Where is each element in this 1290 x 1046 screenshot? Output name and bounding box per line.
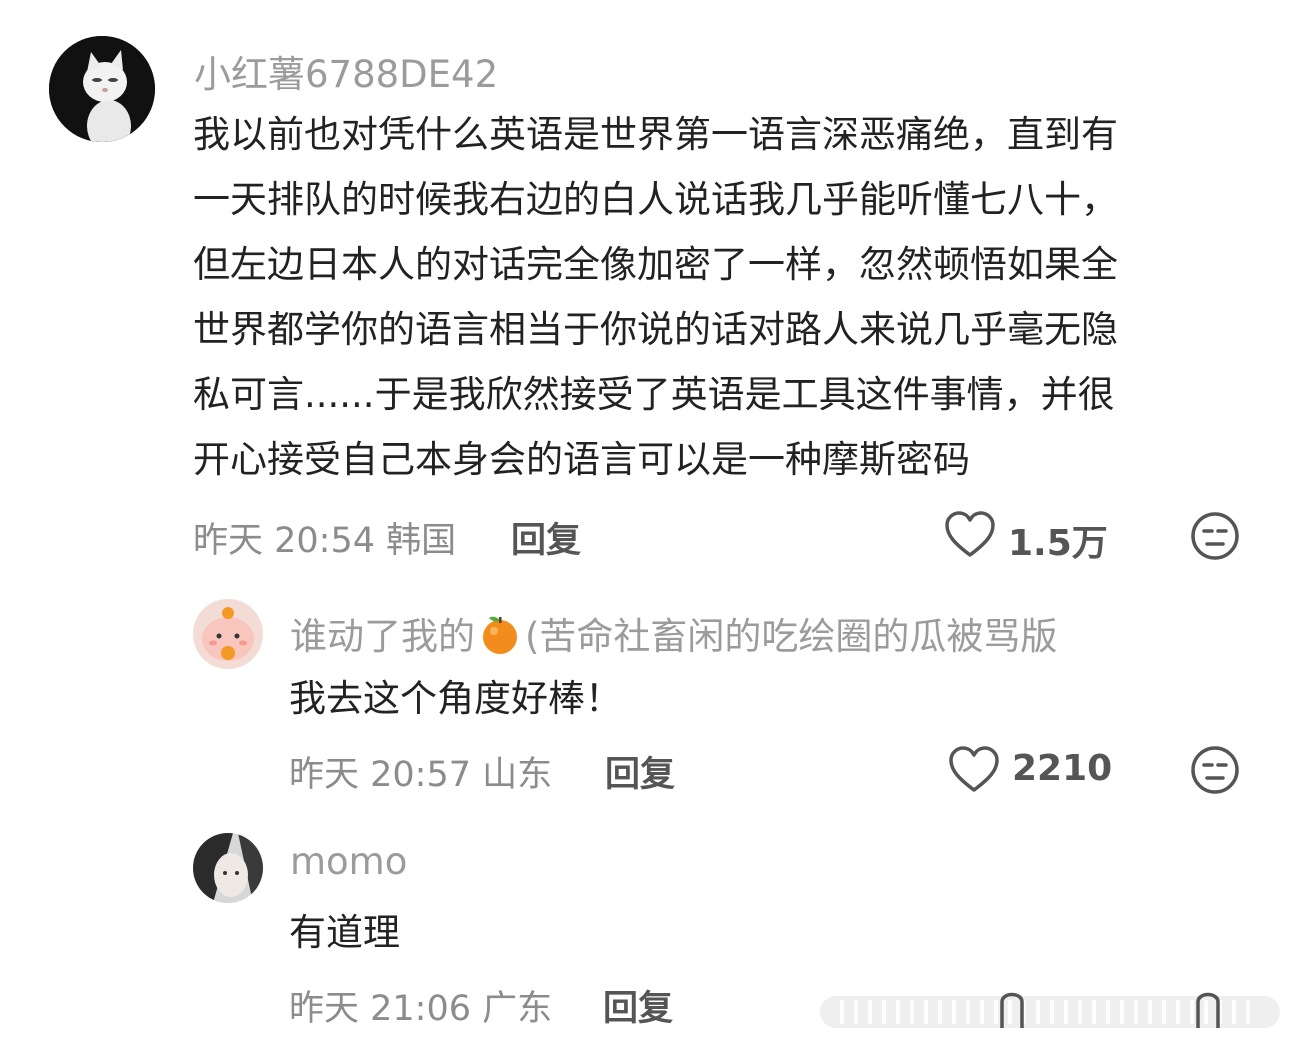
- avatar-peach-character[interactable]: [193, 599, 263, 669]
- comment-text-line: 但左边日本人的对话完全像加密了一样，忽然顿悟如果全: [193, 243, 1118, 286]
- comment-meta: 昨天 20:54 韩国: [193, 521, 457, 561]
- comment-meta: 昨天 21:06 广东: [289, 989, 553, 1029]
- comment-text: 有道理: [289, 911, 400, 954]
- tangerine-emoji-icon: [479, 613, 521, 655]
- comment-username[interactable]: 小红薯6788DE42: [194, 44, 498, 98]
- comment-text: 我去这个角度好棒！: [289, 677, 622, 720]
- meh-face-icon[interactable]: [1190, 511, 1240, 565]
- like-count: 2210: [1012, 748, 1113, 789]
- comment-username[interactable]: 谁动了我的 (苦命社畜闲的吃绘圈的瓜被骂版: [290, 606, 1057, 660]
- username-prefix: 谁动了我的: [290, 615, 475, 658]
- comment-text-line: 开心接受自己本身会的语言可以是一种摩斯密码: [193, 438, 970, 481]
- comment-text-line: 一天排队的时候我右边的白人说话我几乎能听懂七八十，: [193, 178, 1118, 221]
- avatar-cat[interactable]: [49, 36, 155, 142]
- heart-outline-icon[interactable]: [948, 745, 1000, 797]
- heart-outline-icon[interactable]: [944, 510, 996, 562]
- reply-button[interactable]: 回复: [603, 980, 673, 1031]
- comment-text-line: 私可言......于是我欣然接受了英语是工具这件事情，并很: [193, 373, 1115, 416]
- reply-button[interactable]: 回复: [511, 512, 581, 563]
- comment-text: 我以前也对凭什么英语是世界第一语言深恶痛绝，直到有 一天排队的时候我右边的白人说…: [193, 102, 1118, 492]
- like-count: 1.5万: [1008, 523, 1108, 564]
- meh-face-icon[interactable]: [1190, 745, 1240, 799]
- comment-meta: 昨天 20:57 山东: [289, 755, 553, 795]
- reply-button[interactable]: 回复: [605, 746, 675, 797]
- username-suffix: (苦命社畜闲的吃绘圈的瓜被骂版: [525, 615, 1058, 658]
- watermark-overlay: [820, 988, 1280, 1032]
- avatar-momo[interactable]: [193, 833, 263, 903]
- comment-text-line: 我以前也对凭什么英语是世界第一语言深恶痛绝，直到有: [193, 113, 1118, 156]
- comment-text-line: 世界都学你的语言相当于你说的话对路人来说几乎毫无隐: [193, 308, 1118, 351]
- comment-username[interactable]: momo: [290, 840, 407, 883]
